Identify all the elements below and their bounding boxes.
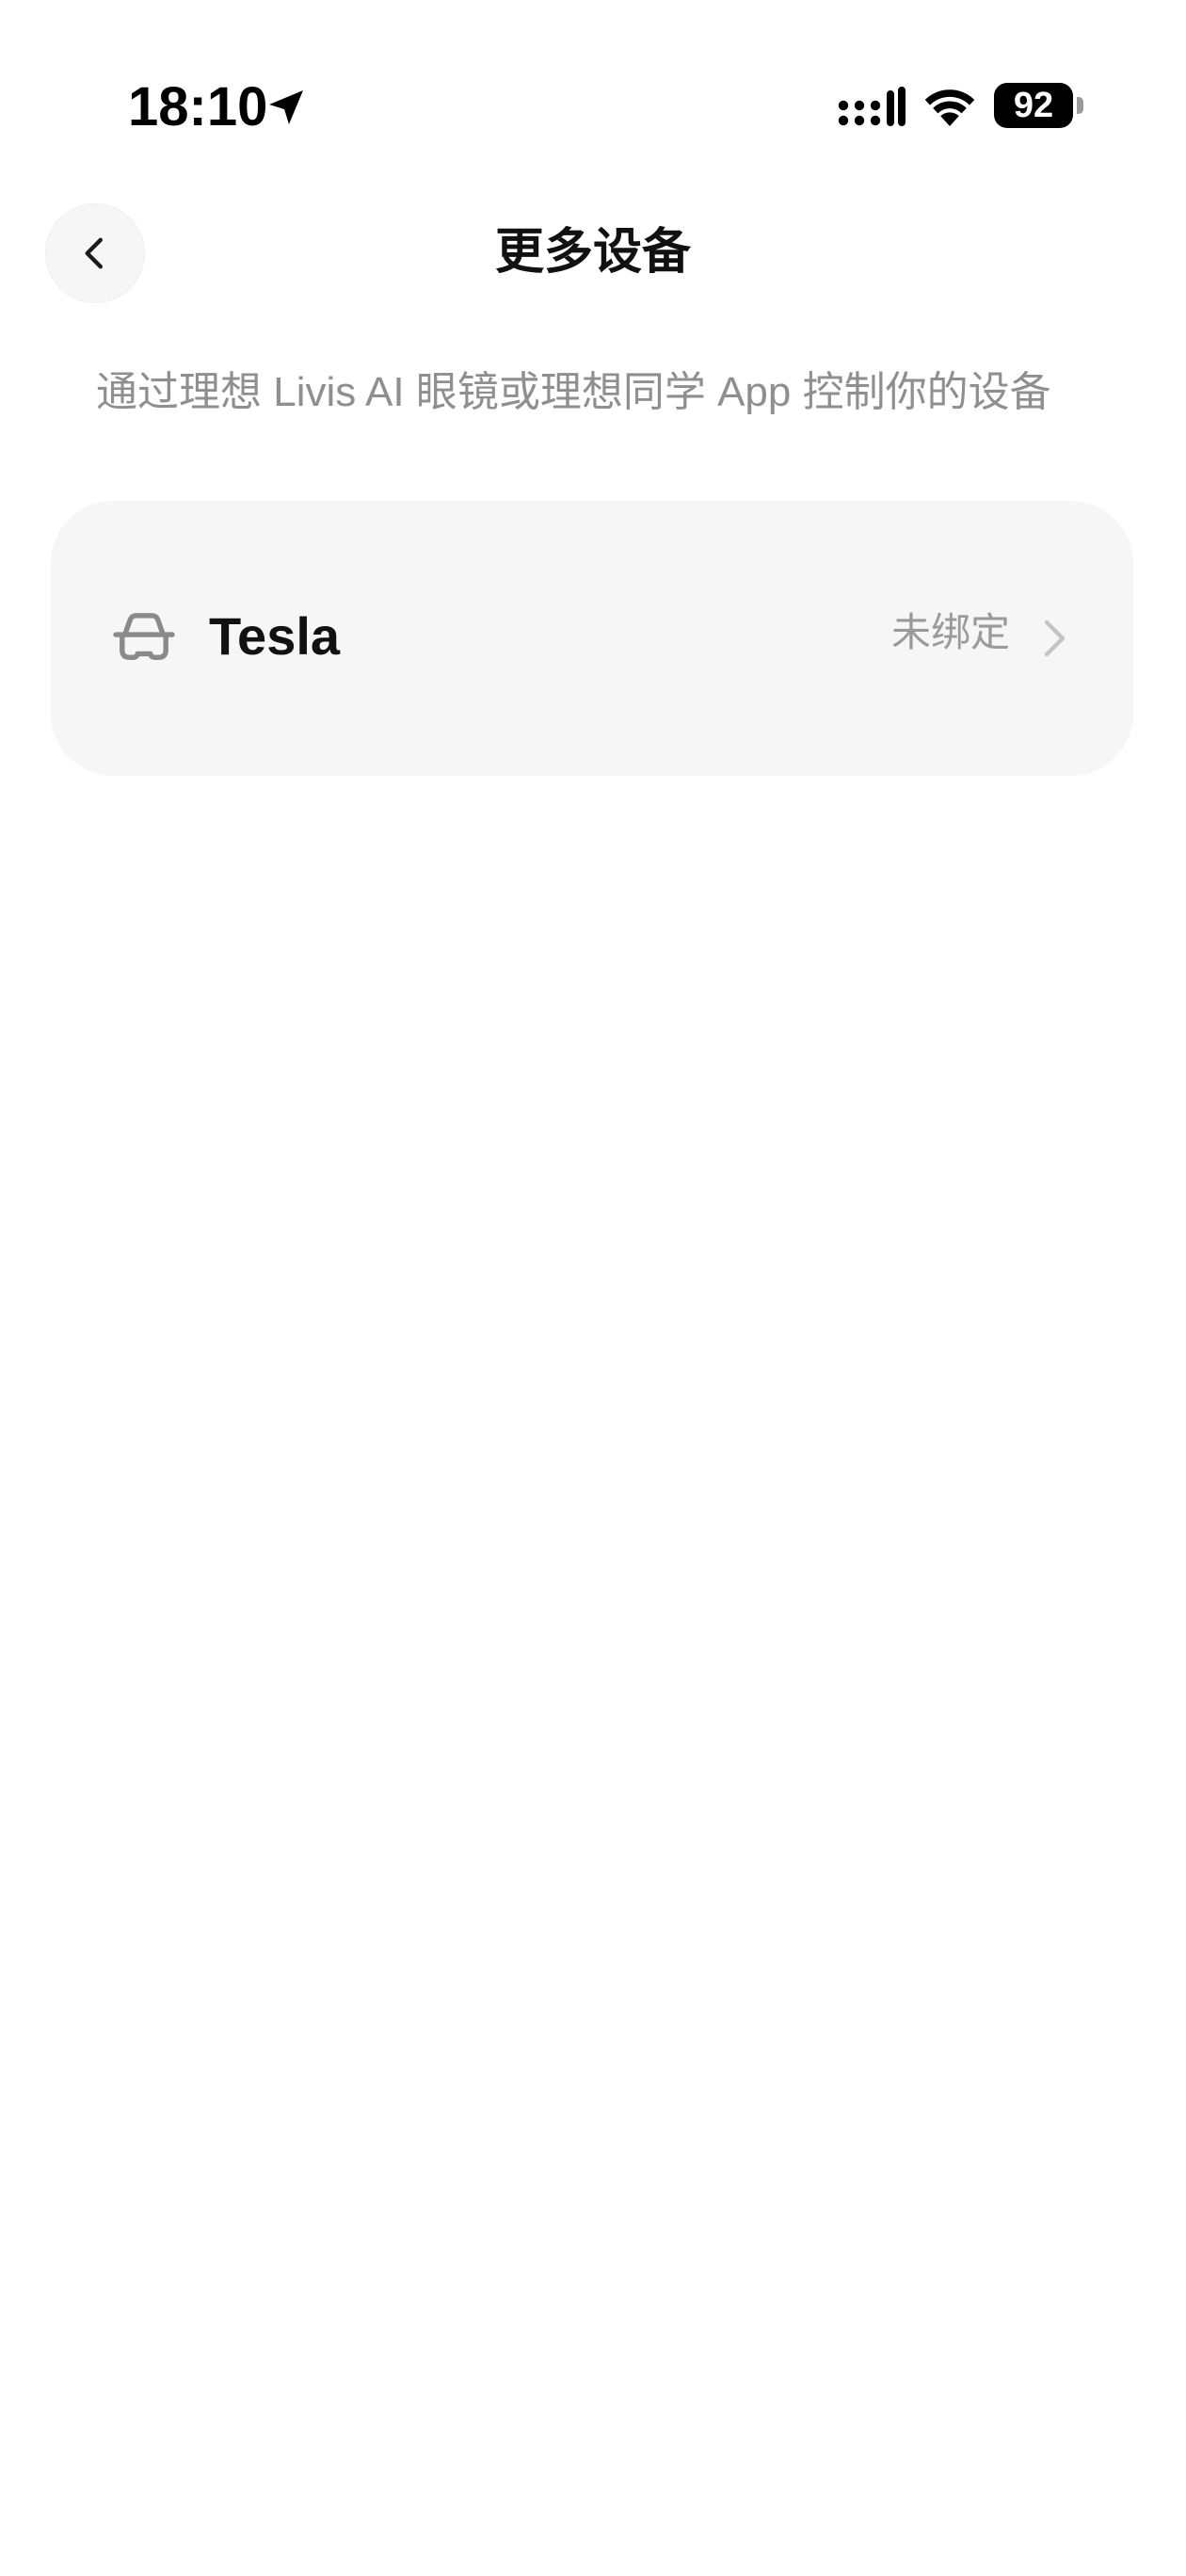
battery-icon: 92 bbox=[994, 83, 1084, 128]
device-binding-status: 未绑定 bbox=[891, 610, 1011, 654]
wifi-icon bbox=[924, 89, 975, 126]
status-bar: 18:10 92 bbox=[0, 0, 1186, 188]
status-time: 18:10 bbox=[128, 76, 268, 137]
chevron-left-icon bbox=[85, 237, 104, 269]
battery-level: 92 bbox=[994, 83, 1073, 128]
device-item-tesla[interactable]: Tesla 未绑定 bbox=[51, 501, 1133, 776]
location-arrow-icon bbox=[269, 90, 303, 124]
battery-cap bbox=[1077, 97, 1083, 114]
page-title: 更多设备 bbox=[494, 225, 691, 280]
chevron-right-icon bbox=[1044, 620, 1066, 657]
car-icon bbox=[113, 613, 175, 660]
page-description: 通过理想 Livis AI 眼镜或理想同学 App 控制你的设备 bbox=[96, 369, 1051, 415]
cellular-signal-icon bbox=[838, 87, 906, 126]
back-button[interactable] bbox=[45, 203, 145, 303]
device-name: Tesla bbox=[209, 606, 341, 666]
